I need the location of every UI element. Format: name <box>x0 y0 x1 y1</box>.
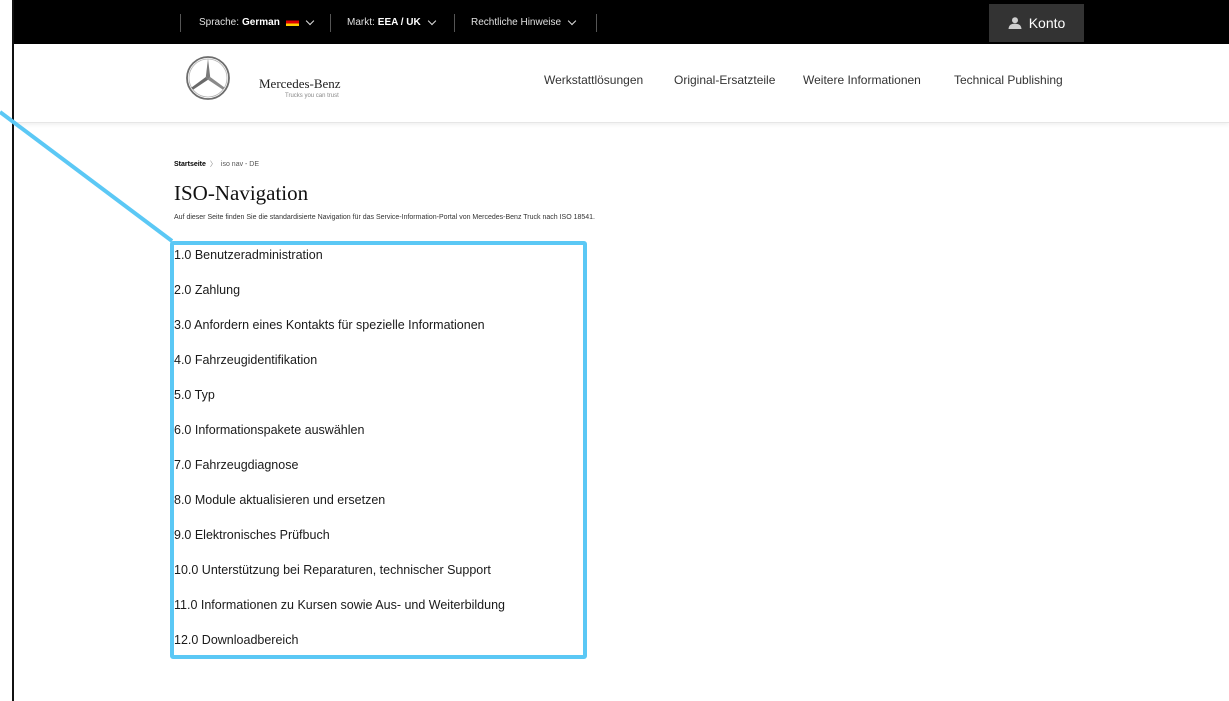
breadcrumb-current: iso nav - DE <box>220 161 260 168</box>
account-label: Konto <box>1028 15 1066 31</box>
chevron-down-icon <box>567 16 577 25</box>
legal-notice-menu[interactable]: Rechtliche Hinweise <box>471 0 577 44</box>
iso-item-fahrzeugdiagnose[interactable]: 7.0 Fahrzeugdiagnose <box>174 458 298 472</box>
page-intro: Auf dieser Seite finden Sie die standard… <box>174 214 595 221</box>
language-selector[interactable]: Sprache: German <box>199 0 315 44</box>
topbar-separator <box>454 14 455 32</box>
breadcrumb-chevron-icon: 〉 <box>209 161 217 168</box>
market-value: EEA / UK <box>377 16 421 28</box>
iso-item-module-aktualisieren[interactable]: 8.0 Module aktualisieren und ersetzen <box>174 493 385 507</box>
topbar-separator <box>180 14 181 32</box>
market-label: Markt: <box>347 16 375 28</box>
language-value: German <box>242 16 280 28</box>
iso-item-fahrzeugidentifikation[interactable]: 4.0 Fahrzeugidentifikation <box>174 353 317 367</box>
nav-technical-publishing[interactable]: Technical Publishing <box>954 73 1063 87</box>
topbar-separator <box>330 14 331 32</box>
account-button[interactable]: Konto <box>989 4 1084 42</box>
user-icon <box>1008 17 1022 29</box>
page-title: ISO-Navigation <box>174 181 309 205</box>
brand-tagline: Trucks you can trust <box>285 93 339 99</box>
brand-name: Mercedes-Benz <box>259 76 341 91</box>
breadcrumb: Startseite 〉 iso nav - DE <box>174 159 259 169</box>
brand-wordmark[interactable]: Mercedes-Benz Trucks you can trust <box>259 76 341 99</box>
nav-original-ersatzteile[interactable]: Original-Ersatzteile <box>674 73 775 87</box>
nav-werkstattloesungen[interactable]: Werkstattlösungen <box>544 73 643 87</box>
nav-weitere-informationen[interactable]: Weitere Informationen <box>803 73 921 87</box>
german-flag-icon <box>285 18 299 26</box>
iso-item-zahlung[interactable]: 2.0 Zahlung <box>174 283 240 297</box>
top-utility-bar: Sprache: German Markt: EEA / UK Rechtlic… <box>14 0 1229 44</box>
market-selector[interactable]: Markt: EEA / UK <box>347 0 436 44</box>
breadcrumb-home[interactable]: Startseite <box>174 161 206 168</box>
iso-item-typ[interactable]: 5.0 Typ <box>174 388 215 402</box>
iso-item-technischer-support[interactable]: 10.0 Unterstützung bei Reparaturen, tech… <box>174 563 491 577</box>
iso-item-kurse-weiterbildung[interactable]: 11.0 Informationen zu Kursen sowie Aus- … <box>174 598 505 612</box>
mercedes-star-logo-icon[interactable] <box>184 54 232 102</box>
iso-item-downloadbereich[interactable]: 12.0 Downloadbereich <box>174 633 298 647</box>
iso-item-kontakt-anfordern[interactable]: 3.0 Anfordern eines Kontakts für speziel… <box>174 318 485 332</box>
iso-item-benutzeradministration[interactable]: 1.0 Benutzeradministration <box>174 248 323 262</box>
chevron-down-icon <box>305 16 315 25</box>
iso-item-informationspakete[interactable]: 6.0 Informationspakete auswählen <box>174 423 364 437</box>
language-label: Sprache: <box>199 16 240 28</box>
legal-label: Rechtliche Hinweise <box>471 16 562 28</box>
topbar-separator <box>596 14 597 32</box>
chevron-down-icon <box>427 16 436 25</box>
main-header: Mercedes-Benz Trucks you can trust Werks… <box>14 44 1229 123</box>
iso-item-pruefbuch[interactable]: 9.0 Elektronisches Prüfbuch <box>174 528 330 542</box>
highlight-frame <box>170 241 587 659</box>
